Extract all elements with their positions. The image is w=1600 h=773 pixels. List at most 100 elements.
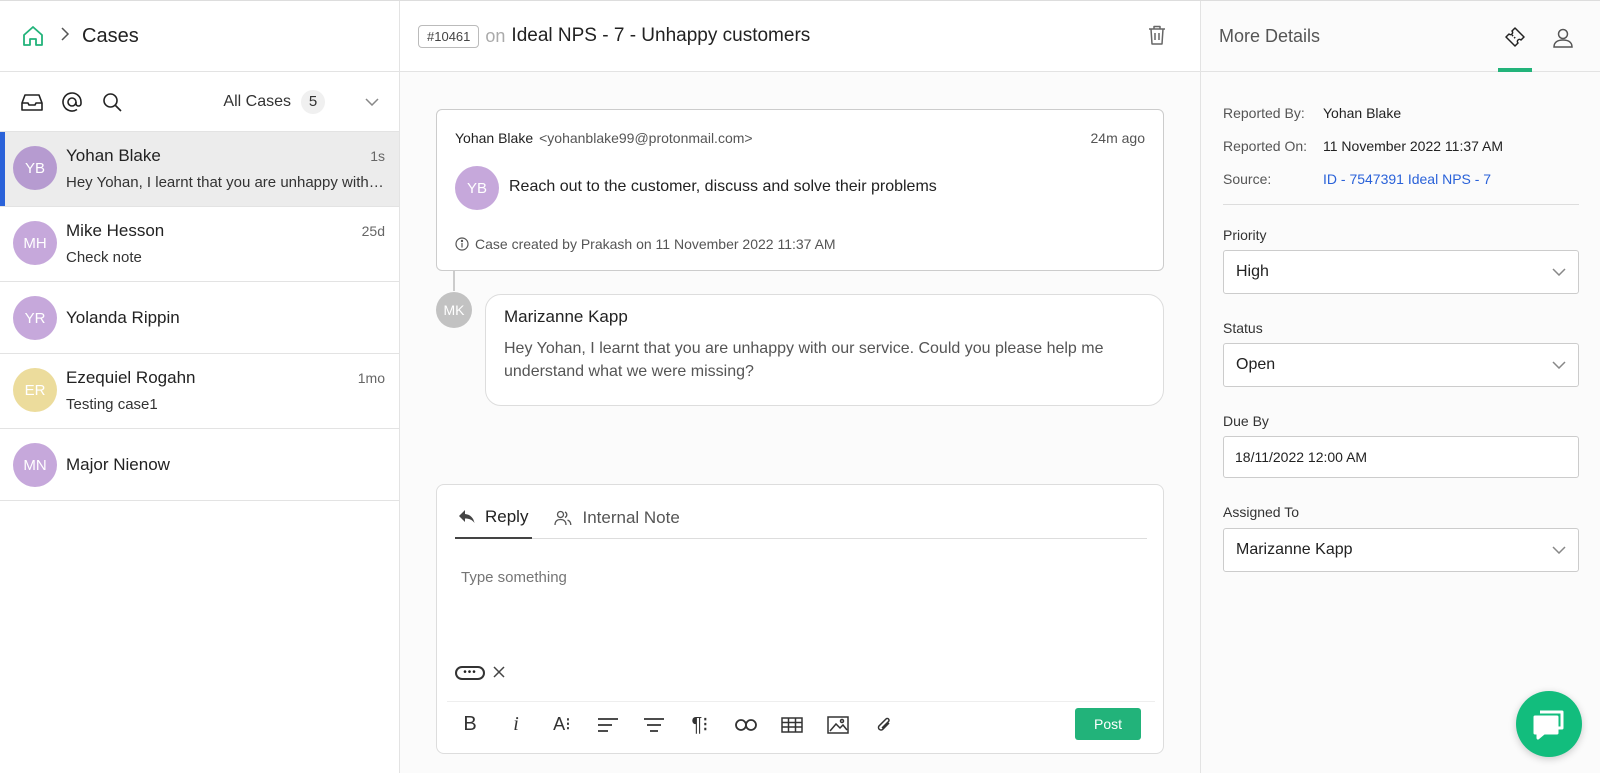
avatar: ER [13, 368, 57, 412]
due-by-label: Due By [1223, 413, 1269, 429]
info-icon [455, 237, 469, 251]
due-by-value: 18/11/2022 12:00 AM [1235, 449, 1368, 465]
case-customer-name: Major Nienow [66, 455, 170, 474]
ticket-icon[interactable] [1499, 23, 1529, 53]
case-customer-name: Mike Hesson [66, 221, 165, 240]
case-list: YB Yohan Blake 1s Hey Yohan, I learnt th… [0, 132, 399, 501]
reply-author: Marizanne Kapp [504, 307, 628, 326]
priority-select[interactable]: High [1223, 250, 1579, 294]
chat-widget-button[interactable] [1516, 691, 1582, 757]
page-title: Cases [82, 24, 139, 47]
table-icon[interactable] [769, 707, 815, 743]
reported-by-label: Reported By: [1223, 104, 1305, 121]
message-text: Reach out to the customer, discuss and s… [509, 178, 937, 195]
paragraph-icon[interactable]: ¶⁝ [677, 707, 723, 743]
close-icon[interactable] [493, 665, 505, 681]
reply-composer: Reply Internal Note ••• B i A⁝ [436, 484, 1164, 754]
avatar: YB [455, 166, 499, 210]
case-filter-bar: All Cases 5 [0, 72, 399, 132]
bold-icon[interactable]: B [447, 707, 493, 743]
assigned-to-label: Assigned To [1223, 504, 1300, 520]
case-title: Ideal NPS - 7 - Unhappy customers [511, 25, 811, 46]
all-cases-dropdown[interactable]: All Cases 5 [223, 89, 379, 114]
align-left-icon[interactable] [585, 707, 631, 743]
case-customer-name: Ezequiel Rogahn [66, 368, 196, 387]
divider [1223, 204, 1579, 205]
snippet-icon[interactable]: ••• [455, 666, 485, 680]
chevron-down-icon [1552, 356, 1566, 374]
tab-internal-note[interactable]: Internal Note [550, 497, 683, 539]
case-id-badge: #10461 [418, 24, 480, 48]
case-list-item[interactable]: MN Major Nienow [0, 429, 399, 501]
case-list-panel: Cases All Cases 5 YB Yohan Blake 1s Hey … [0, 1, 400, 773]
case-header: #10461 on Ideal NPS - 7 - Unhappy custom… [400, 1, 1200, 72]
case-preview: Check note [66, 249, 142, 266]
case-customer-name: Yohan Blake [66, 146, 161, 165]
priority-label: Priority [1223, 227, 1267, 243]
case-list-item[interactable]: MH Mike Hesson 25d Check note [0, 207, 399, 282]
case-preview: Hey Yohan, I learnt that you are unhappy… [66, 174, 385, 191]
snippet-chip-row: ••• [455, 665, 505, 681]
case-detail-panel: #10461 on Ideal NPS - 7 - Unhappy custom… [400, 1, 1200, 773]
status-value: Open [1236, 356, 1276, 373]
case-list-item[interactable]: ER Ezequiel Rogahn 1mo Testing case1 [0, 354, 399, 429]
breadcrumb: Cases [0, 1, 399, 72]
user-icon[interactable] [1548, 23, 1578, 53]
original-message-card: Yohan Blake <yohanblake99@protonmail.com>… [436, 109, 1164, 271]
home-icon[interactable] [20, 23, 46, 49]
align-center-icon[interactable] [631, 707, 677, 743]
attachment-icon[interactable] [861, 707, 907, 743]
avatar: MK [436, 292, 472, 328]
sender-email: <yohanblake99@protonmail.com> [539, 130, 753, 146]
image-icon[interactable] [815, 707, 861, 743]
reply-text-input[interactable] [461, 569, 1141, 586]
case-count-badge: 5 [301, 89, 325, 114]
chevron-down-icon [1552, 263, 1566, 281]
users-icon [554, 510, 572, 526]
mention-icon[interactable] [60, 90, 84, 114]
reported-on-value: 11 November 2022 11:37 AM [1323, 137, 1504, 154]
on-word: on [485, 25, 506, 46]
status-select[interactable]: Open [1223, 343, 1579, 387]
trash-icon[interactable] [1148, 25, 1166, 48]
case-time: 1mo [357, 370, 385, 386]
case-preview: Testing case1 [66, 396, 158, 413]
active-tab-indicator [1498, 68, 1532, 72]
avatar: MN [13, 443, 57, 487]
case-list-item[interactable]: YB Yohan Blake 1s Hey Yohan, I learnt th… [0, 132, 399, 207]
tab-reply-label: Reply [485, 507, 529, 526]
link-icon[interactable] [723, 707, 769, 743]
app-root: Cases All Cases 5 YB Yohan Blake 1s Hey … [0, 0, 1600, 773]
reported-on-label: Reported On: [1223, 137, 1308, 154]
source-link[interactable]: ID - 7547391 Ideal NPS - 7 [1323, 171, 1491, 187]
reply-message-card: Marizanne Kapp Hey Yohan, I learnt that … [485, 294, 1164, 406]
search-icon[interactable] [100, 90, 124, 114]
details-title: More Details [1219, 25, 1321, 46]
avatar: YB [13, 146, 57, 190]
composer-tabs: Reply Internal Note [455, 497, 1147, 539]
assigned-to-select[interactable]: Marizanne Kapp [1223, 528, 1579, 572]
message-time: 24m ago [1090, 130, 1145, 146]
post-button[interactable]: Post [1075, 708, 1141, 740]
due-by-date-input[interactable]: 18/11/2022 12:00 AM [1223, 436, 1579, 478]
details-header: More Details [1201, 1, 1600, 72]
tab-reply[interactable]: Reply [455, 497, 533, 539]
priority-value: High [1236, 263, 1269, 280]
case-time: 25d [361, 223, 385, 239]
formatting-toolbar: B i A⁝ ¶⁝ Post [447, 701, 1155, 747]
italic-icon[interactable]: i [493, 707, 539, 743]
reply-icon [459, 510, 475, 523]
status-label: Status [1223, 320, 1263, 336]
avatar: MH [13, 221, 57, 265]
message-sender: Yohan Blake <yohanblake99@protonmail.com> [455, 130, 753, 146]
chevron-right-icon [60, 26, 70, 46]
tab-internal-note-label: Internal Note [582, 508, 680, 527]
chat-bubble-icon [1533, 710, 1564, 740]
case-list-item[interactable]: YR Yolanda Rippin [0, 282, 399, 354]
case-created-note: Case created by Prakash on 11 November 2… [455, 236, 836, 252]
case-created-text: Case created by Prakash on 11 November 2… [475, 236, 836, 252]
reported-by-value: Yohan Blake [1323, 104, 1402, 121]
inbox-icon[interactable] [20, 90, 44, 114]
font-size-icon[interactable]: A⁝ [539, 707, 585, 743]
chevron-down-icon[interactable] [365, 97, 379, 106]
